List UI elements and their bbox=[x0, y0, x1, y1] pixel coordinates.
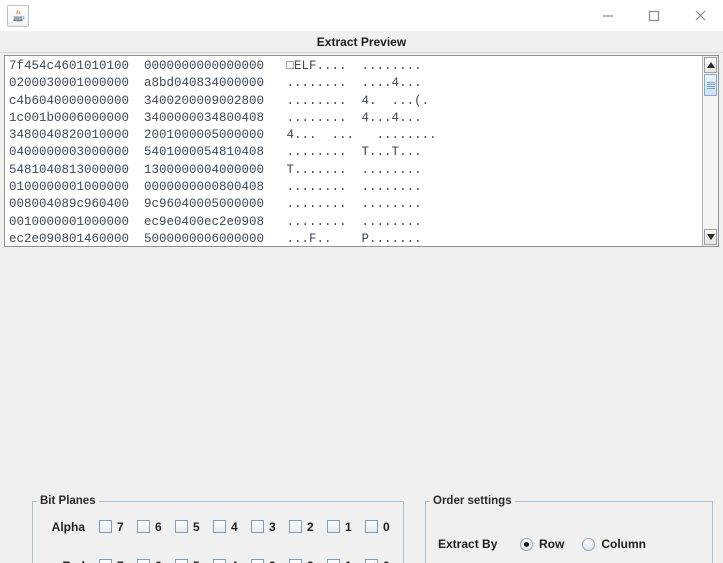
order-settings-panel: Order settings Extract By RowColumn Bit … bbox=[425, 495, 713, 563]
bit-number-label: 6 bbox=[155, 519, 162, 534]
extract-preview-dialog: Extract Preview 7f454c4601010100 0000000… bbox=[0, 0, 723, 563]
bit-cell: 1 bbox=[327, 520, 365, 534]
scrollbar-thumb[interactable] bbox=[704, 74, 717, 96]
bit-number-label: 4 bbox=[231, 519, 238, 534]
bit-checkbox-alpha-7[interactable] bbox=[99, 520, 112, 533]
scroll-up-icon[interactable] bbox=[704, 57, 717, 73]
minimize-icon[interactable] bbox=[585, 0, 631, 31]
title-bar bbox=[0, 0, 723, 31]
hex-dump-row: 7f454c4601010100 0000000000000000 □ELF..… bbox=[9, 59, 422, 73]
bit-number-label: 6 bbox=[155, 559, 162, 563]
scroll-down-icon[interactable] bbox=[704, 229, 717, 245]
page-title-text: Extract Preview bbox=[316, 34, 407, 49]
bit-number-label: 7 bbox=[117, 559, 124, 563]
bit-number-label: 0 bbox=[383, 559, 390, 563]
extract-by-label: Extract By bbox=[438, 537, 498, 551]
bit-checkbox-red-2[interactable] bbox=[289, 559, 302, 563]
bit-checkbox-red-1[interactable] bbox=[327, 559, 340, 563]
hex-dump-row: 1c001b0006000000 3400000034800408 ......… bbox=[9, 110, 422, 125]
page-title: Extract Preview bbox=[0, 31, 723, 53]
bit-cell: 2 bbox=[289, 559, 327, 563]
bit-checkbox-alpha-4[interactable] bbox=[213, 520, 226, 533]
bit-number-label: 1 bbox=[345, 519, 352, 534]
hex-dump-row: 0100000001000000 0000000000800408 ......… bbox=[9, 180, 422, 195]
bit-checkbox-alpha-1[interactable] bbox=[327, 520, 340, 533]
bit-number-label: 0 bbox=[383, 519, 390, 534]
hex-dump-row: 5481040813000000 1300000004000000 T.....… bbox=[9, 162, 422, 177]
bit-checkbox-alpha-6[interactable] bbox=[137, 520, 150, 533]
window-controls bbox=[585, 0, 723, 31]
bit-planes-panel: Bit Planes Alpha76543210Red76543210Green… bbox=[32, 495, 404, 563]
bit-plane-channel-label: Red bbox=[37, 559, 99, 563]
bit-plane-cells: 7 6 5 4 3 2 1 0 bbox=[99, 559, 403, 563]
close-icon[interactable] bbox=[677, 0, 723, 31]
bit-number-label: 3 bbox=[269, 559, 276, 563]
bit-number-label: 2 bbox=[307, 519, 314, 534]
bit-planes-rows: Alpha76543210Red76543210Green76543210Blu… bbox=[33, 507, 403, 563]
bit-cell: 3 bbox=[251, 520, 289, 534]
bit-checkbox-alpha-3[interactable] bbox=[251, 520, 264, 533]
bit-cell: 4 bbox=[213, 559, 251, 563]
bit-checkbox-alpha-2[interactable] bbox=[289, 520, 302, 533]
bit-checkbox-alpha-5[interactable] bbox=[175, 520, 188, 533]
bit-number-label: 3 bbox=[269, 519, 276, 534]
bit-planes-legend: Bit Planes bbox=[40, 495, 96, 507]
bit-number-label: 5 bbox=[193, 519, 200, 534]
bit-cell: 7 bbox=[99, 559, 137, 563]
bit-plane-row-red: Red 7 6 5 4 3 2 1 0 bbox=[33, 546, 403, 563]
bit-number-label: 1 bbox=[345, 559, 352, 563]
hex-dump-row: c4b6040000000000 3400200009002800 ......… bbox=[9, 93, 430, 108]
bit-number-label: 2 bbox=[307, 559, 314, 563]
hex-dump-row: 3480040820010000 2001000005000000 4... .… bbox=[9, 128, 437, 143]
bit-cell: 2 bbox=[289, 520, 327, 534]
bit-number-label: 7 bbox=[117, 519, 124, 534]
bit-number-label: 5 bbox=[193, 559, 200, 563]
bit-checkbox-red-7[interactable] bbox=[99, 559, 112, 563]
hex-dump-row: 008004089c960400 9c96040005000000 ......… bbox=[9, 197, 422, 212]
maximize-icon[interactable] bbox=[631, 0, 677, 31]
extract-by-option-row[interactable]: Row bbox=[520, 537, 564, 551]
radio-indicator[interactable] bbox=[520, 537, 533, 551]
bit-number-label: 4 bbox=[231, 559, 238, 563]
bit-cell: 0 bbox=[365, 520, 403, 534]
hex-dump-row: 0010000001000000 ec9e0400ec2e0908 ......… bbox=[9, 214, 422, 229]
bit-cell: 0 bbox=[365, 559, 403, 563]
extract-by-option-column[interactable]: Column bbox=[582, 537, 646, 551]
extract-by-row: Extract By Row Column bbox=[438, 537, 664, 551]
bit-checkbox-red-0[interactable] bbox=[365, 559, 378, 563]
bit-checkbox-red-4[interactable] bbox=[213, 559, 226, 563]
scrollbar-track[interactable] bbox=[703, 74, 718, 228]
settings-area: Bit Planes Alpha76543210Red76543210Green… bbox=[0, 247, 723, 563]
bit-cell: 1 bbox=[327, 559, 365, 563]
radio-label: Row bbox=[539, 537, 565, 551]
hex-dump-textarea[interactable]: 7f454c4601010100 0000000000000000 □ELF..… bbox=[5, 56, 702, 246]
bit-cell: 4 bbox=[213, 520, 251, 534]
bit-cell: 7 bbox=[99, 520, 137, 534]
radio-indicator[interactable] bbox=[582, 537, 596, 551]
bit-checkbox-red-6[interactable] bbox=[137, 559, 150, 563]
bit-cell: 5 bbox=[175, 520, 213, 534]
bit-checkbox-red-5[interactable] bbox=[175, 559, 188, 563]
java-coffee-cup-icon bbox=[7, 4, 29, 27]
bit-cell: 6 bbox=[137, 520, 175, 534]
bit-cell: 5 bbox=[175, 559, 213, 563]
bit-plane-row-alpha: Alpha 7 6 5 4 3 2 1 0 bbox=[33, 507, 403, 546]
bit-plane-channel-label: Alpha bbox=[51, 519, 85, 534]
extract-by-options: Row Column bbox=[520, 537, 664, 551]
bit-cell: 3 bbox=[251, 559, 289, 563]
radio-label: Column bbox=[601, 537, 647, 551]
hex-dump-row: 0400000003000000 5401000054810408 ......… bbox=[9, 145, 422, 160]
hex-dump-scrollpane: 7f454c4601010100 0000000000000000 □ELF..… bbox=[4, 55, 719, 247]
bit-checkbox-red-3[interactable] bbox=[251, 559, 264, 563]
vertical-scrollbar[interactable] bbox=[702, 56, 718, 246]
bit-checkbox-alpha-0[interactable] bbox=[365, 520, 378, 533]
bit-cell: 6 bbox=[137, 559, 175, 563]
bit-plane-cells: 7 6 5 4 3 2 1 0 bbox=[99, 520, 403, 534]
hex-dump-row: 0200030001000000 a8bd040834000000 ......… bbox=[9, 76, 422, 91]
order-settings-legend: Order settings bbox=[433, 495, 512, 507]
hex-dump-row: ec2e090801460000 5000000006000000 ...F..… bbox=[9, 231, 422, 246]
